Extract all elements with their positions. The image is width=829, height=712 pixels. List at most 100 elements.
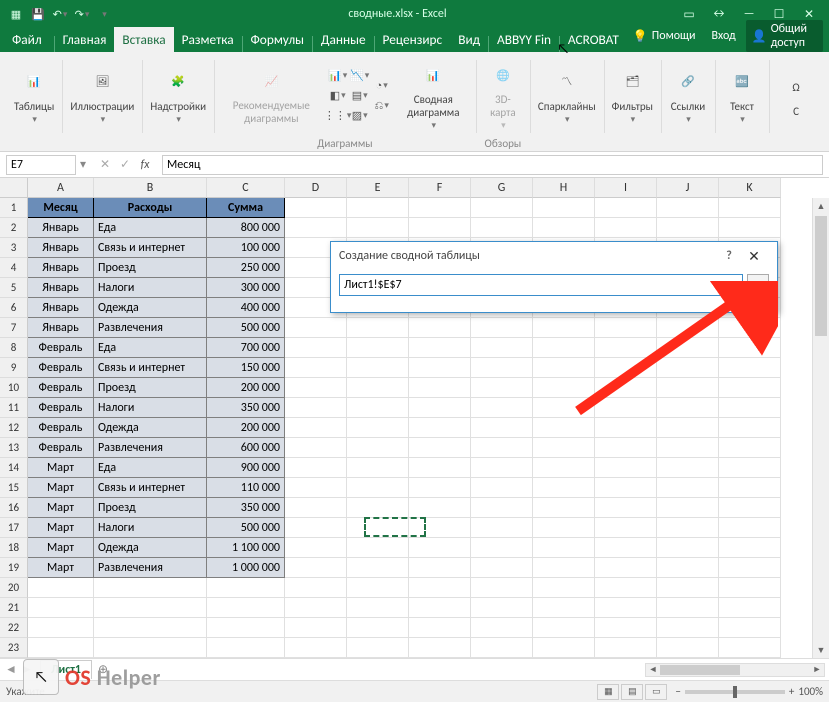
empty-cell[interactable] bbox=[409, 578, 471, 598]
header-cell[interactable]: Сумма bbox=[207, 198, 285, 218]
month-cell[interactable]: Январь bbox=[28, 318, 94, 338]
column-header[interactable]: H bbox=[533, 178, 595, 198]
empty-cell[interactable] bbox=[471, 418, 533, 438]
empty-cell[interactable] bbox=[347, 218, 409, 238]
amount-cell[interactable]: 700 000 bbox=[207, 338, 285, 358]
empty-cell[interactable] bbox=[533, 638, 595, 658]
links-button[interactable]: 🔗 Ссылки▾ bbox=[665, 63, 711, 129]
name-box-dropdown[interactable]: ▾ bbox=[76, 157, 90, 172]
empty-cell[interactable] bbox=[285, 198, 347, 218]
empty-cell[interactable] bbox=[347, 638, 409, 658]
empty-cell[interactable] bbox=[719, 398, 781, 418]
tab-view[interactable]: Вид bbox=[450, 27, 488, 52]
empty-cell[interactable] bbox=[285, 378, 347, 398]
month-cell[interactable]: Январь bbox=[28, 298, 94, 318]
dialog-close-button[interactable]: ✕ bbox=[739, 248, 769, 265]
tab-insert[interactable]: Вставка bbox=[114, 27, 173, 52]
tell-me[interactable]: 💡 Помощи bbox=[627, 27, 702, 46]
row-header[interactable]: 15 bbox=[0, 478, 28, 498]
empty-cell[interactable] bbox=[719, 518, 781, 538]
row-header[interactable]: 17 bbox=[0, 518, 28, 538]
empty-cell[interactable] bbox=[719, 418, 781, 438]
save-icon[interactable]: 💾 bbox=[28, 4, 48, 24]
row-header[interactable]: 4 bbox=[0, 258, 28, 278]
empty-cell[interactable] bbox=[409, 558, 471, 578]
empty-cell[interactable] bbox=[409, 218, 471, 238]
tab-abbyy[interactable]: ABBYY Fin bbox=[489, 27, 559, 52]
empty-cell[interactable] bbox=[285, 218, 347, 238]
empty-cell[interactable] bbox=[347, 458, 409, 478]
month-cell[interactable]: Февраль bbox=[28, 358, 94, 378]
empty-cell[interactable] bbox=[719, 378, 781, 398]
empty-cell[interactable] bbox=[409, 198, 471, 218]
amount-cell[interactable]: 500 000 bbox=[207, 518, 285, 538]
empty-cell[interactable] bbox=[409, 418, 471, 438]
undo-icon[interactable]: ↶▾ bbox=[50, 4, 70, 24]
empty-cell[interactable] bbox=[94, 598, 207, 618]
empty-cell[interactable] bbox=[285, 458, 347, 478]
empty-cell[interactable] bbox=[533, 318, 595, 338]
empty-cell[interactable] bbox=[285, 598, 347, 618]
empty-cell[interactable] bbox=[719, 498, 781, 518]
empty-cell[interactable] bbox=[471, 498, 533, 518]
app-icon[interactable]: ▦ bbox=[6, 4, 26, 24]
amount-cell[interactable]: 250 000 bbox=[207, 258, 285, 278]
empty-cell[interactable] bbox=[657, 418, 719, 438]
expense-cell[interactable]: Еда bbox=[94, 218, 207, 238]
empty-cell[interactable] bbox=[533, 498, 595, 518]
empty-cell[interactable] bbox=[595, 218, 657, 238]
empty-cell[interactable] bbox=[595, 618, 657, 638]
view-normal-icon[interactable]: ▦ bbox=[597, 684, 619, 700]
expense-cell[interactable]: Проезд bbox=[94, 378, 207, 398]
empty-cell[interactable] bbox=[719, 558, 781, 578]
scroll-up-icon[interactable]: ▲ bbox=[813, 198, 829, 214]
month-cell[interactable]: Февраль bbox=[28, 438, 94, 458]
empty-cell[interactable] bbox=[657, 458, 719, 478]
empty-cell[interactable] bbox=[657, 618, 719, 638]
row-header[interactable]: 20 bbox=[0, 578, 28, 598]
tab-file[interactable]: Файл bbox=[0, 27, 54, 52]
empty-cell[interactable] bbox=[595, 318, 657, 338]
empty-cell[interactable] bbox=[595, 558, 657, 578]
month-cell[interactable]: Февраль bbox=[28, 338, 94, 358]
empty-cell[interactable] bbox=[657, 478, 719, 498]
empty-cell[interactable] bbox=[719, 198, 781, 218]
illustrations-button[interactable]: 🖼 Иллюстрации▾ bbox=[66, 63, 138, 129]
empty-cell[interactable] bbox=[207, 598, 285, 618]
horizontal-scrollbar[interactable]: ◄ ► bbox=[645, 663, 825, 677]
empty-cell[interactable] bbox=[533, 518, 595, 538]
empty-cell[interactable] bbox=[595, 398, 657, 418]
expense-cell[interactable]: Налоги bbox=[94, 518, 207, 538]
empty-cell[interactable] bbox=[719, 438, 781, 458]
row-header[interactable]: 12 bbox=[0, 418, 28, 438]
empty-cell[interactable] bbox=[471, 598, 533, 618]
empty-cell[interactable] bbox=[285, 558, 347, 578]
row-header[interactable]: 8 bbox=[0, 338, 28, 358]
empty-cell[interactable] bbox=[471, 318, 533, 338]
column-header[interactable]: C bbox=[207, 178, 285, 198]
empty-cell[interactable] bbox=[657, 398, 719, 418]
empty-cell[interactable] bbox=[657, 198, 719, 218]
tab-data[interactable]: Данные bbox=[313, 27, 374, 52]
empty-cell[interactable] bbox=[347, 418, 409, 438]
empty-cell[interactable] bbox=[657, 318, 719, 338]
empty-cell[interactable] bbox=[595, 198, 657, 218]
empty-cell[interactable] bbox=[285, 538, 347, 558]
empty-cell[interactable] bbox=[471, 198, 533, 218]
empty-cell[interactable] bbox=[595, 378, 657, 398]
empty-cell[interactable] bbox=[409, 638, 471, 658]
expense-cell[interactable]: Налоги bbox=[94, 398, 207, 418]
expense-cell[interactable]: Связь и интернет bbox=[94, 358, 207, 378]
empty-cell[interactable] bbox=[471, 618, 533, 638]
row-header[interactable]: 22 bbox=[0, 618, 28, 638]
empty-cell[interactable] bbox=[347, 198, 409, 218]
qat-customize-icon[interactable]: ▾ bbox=[94, 4, 114, 24]
empty-cell[interactable] bbox=[595, 498, 657, 518]
expense-cell[interactable]: Проезд bbox=[94, 258, 207, 278]
empty-cell[interactable] bbox=[471, 458, 533, 478]
view-pagebreak-icon[interactable]: ▭ bbox=[645, 684, 667, 700]
empty-cell[interactable] bbox=[471, 558, 533, 578]
amount-cell[interactable]: 500 000 bbox=[207, 318, 285, 338]
empty-cell[interactable] bbox=[533, 198, 595, 218]
empty-cell[interactable] bbox=[719, 458, 781, 478]
